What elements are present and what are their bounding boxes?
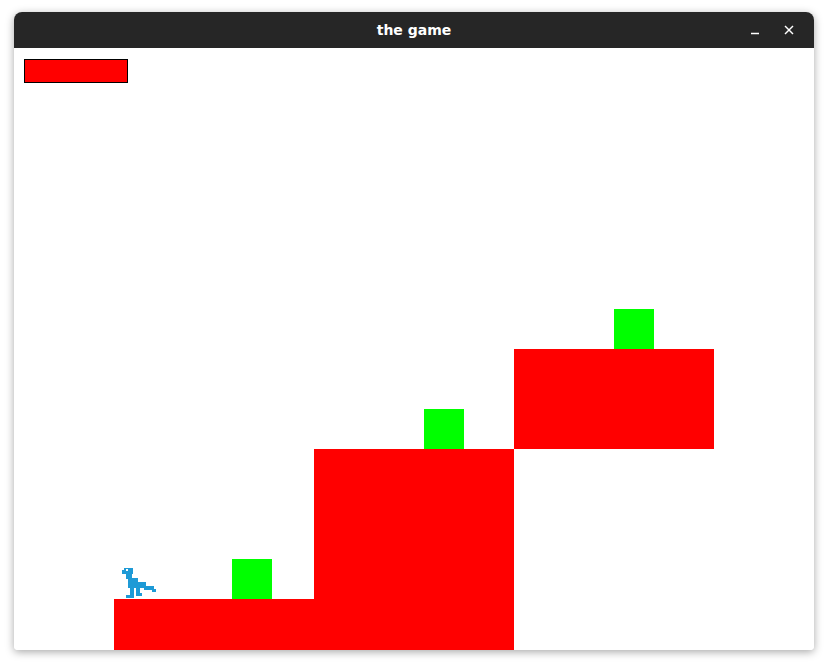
health-fill xyxy=(25,60,127,82)
health-bar xyxy=(24,59,128,83)
pickup-block xyxy=(424,409,464,449)
game-canvas[interactable] xyxy=(14,48,814,650)
title-bar[interactable]: the game xyxy=(14,12,814,48)
platform xyxy=(114,599,314,650)
close-icon[interactable] xyxy=(772,12,806,48)
platform xyxy=(314,449,514,650)
pickup-block xyxy=(232,559,272,599)
platform xyxy=(514,349,714,449)
game-window: the game xyxy=(14,12,814,650)
window-title: the game xyxy=(377,22,452,39)
minimize-icon[interactable] xyxy=(738,12,772,48)
pickup-block xyxy=(614,309,654,349)
dinosaur-icon xyxy=(118,566,158,600)
